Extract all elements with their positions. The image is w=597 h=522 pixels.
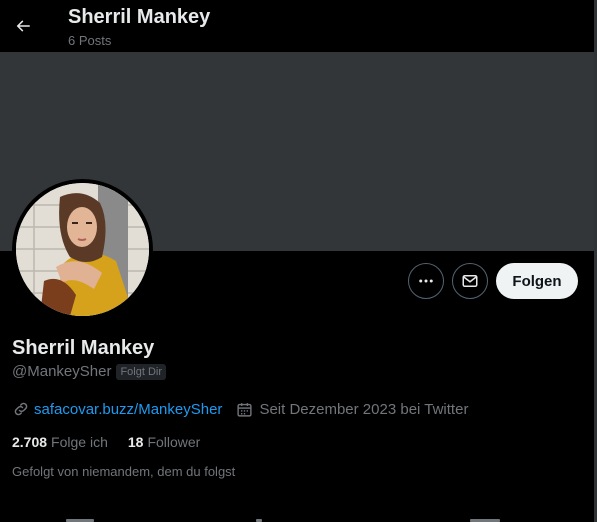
link-icon [14,402,28,416]
user-handle: @MankeySher [12,363,112,380]
tab-partial[interactable] [256,514,262,522]
follow-button[interactable]: Folgen [496,263,578,299]
tab-partial[interactable] [66,514,94,522]
display-name: Sherril Mankey [12,337,155,359]
avatar-photo [16,183,149,316]
back-button[interactable] [8,11,38,41]
profile-tabs [0,514,594,522]
followers-link[interactable]: 18 Follower [128,434,200,450]
joined-date: Seit Dezember 2023 bei Twitter [236,401,468,418]
follower-count: 18 [127,434,144,450]
avatar[interactable] [12,179,153,320]
following-link[interactable]: 2.708 Folge ich [12,434,108,450]
handle-row: @MankeySher Folgt Dir [12,363,166,380]
follow-stats: 2.708 Folge ich 18 Follower [12,434,200,450]
following-count: 2.708 [12,434,48,450]
website-link[interactable]: safacovar.buzz/MankeySher [34,401,222,418]
arrow-left-icon [16,20,30,32]
profile-meta: safacovar.buzz/MankeySher Seit Dezember … [12,400,468,418]
ellipsis-icon [419,279,433,283]
envelope-icon [462,275,478,287]
joined-date-text: Seit Dezember 2023 bei Twitter [259,400,469,418]
calendar-icon [237,402,253,417]
profile-header-bar: Sherril Mankey 6 Posts [0,0,597,52]
followed-by-text: Gefolgt von niemandem, dem du folgst [12,464,236,479]
follower-label: Follower [147,434,201,450]
follows-you-badge: Folgt Dir [116,363,166,380]
more-options-button[interactable] [408,263,444,299]
following-label: Folge ich [51,434,108,450]
tab-partial[interactable] [470,514,500,522]
message-button[interactable] [452,263,488,299]
post-count: 6 Posts [68,33,112,48]
header-title: Sherril Mankey [68,6,211,28]
